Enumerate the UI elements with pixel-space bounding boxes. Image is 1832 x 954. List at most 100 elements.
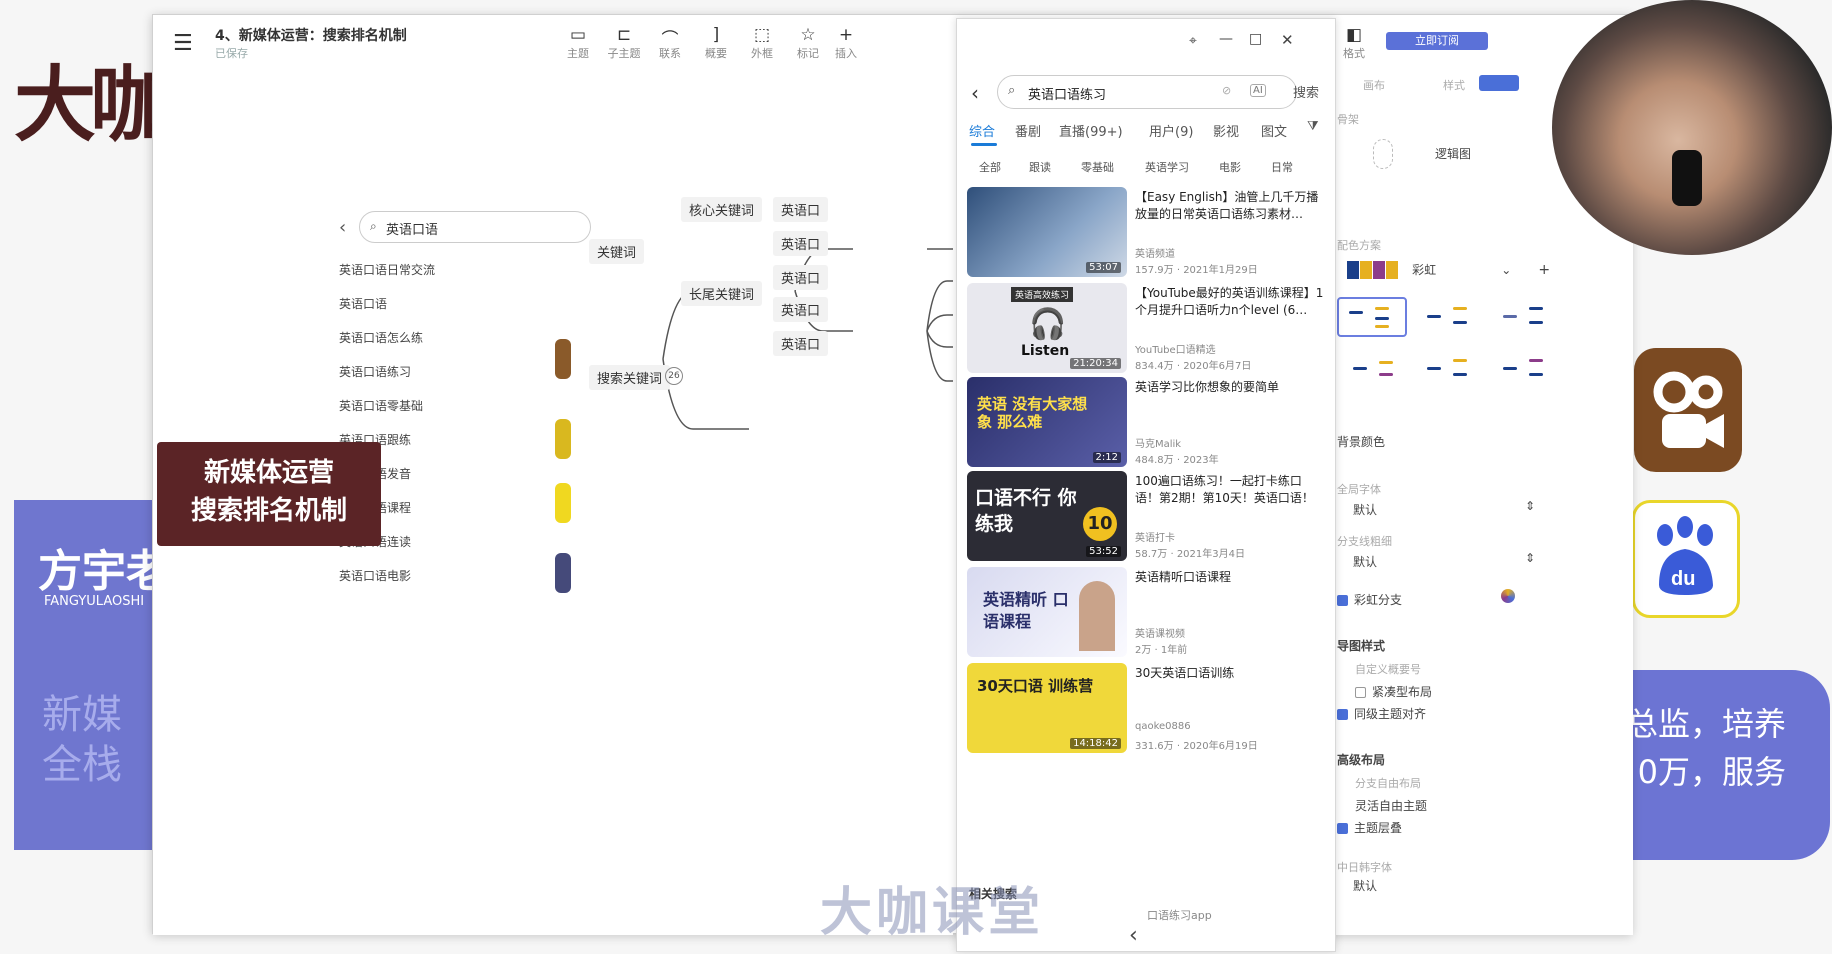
ai-icon[interactable]: AI xyxy=(1250,84,1266,97)
background-color-label[interactable]: 背景颜色 xyxy=(1337,433,1385,450)
theme-option[interactable] xyxy=(1337,349,1407,389)
chip-daily[interactable]: 日常 xyxy=(1271,159,1293,175)
align-same-level-checkbox[interactable]: 同级主题对齐 xyxy=(1337,705,1426,722)
video-thumbnail[interactable]: 口语不行 你练我 10 53:52 xyxy=(967,471,1127,561)
video-author[interactable]: 马克Malik xyxy=(1135,435,1181,450)
search-button[interactable]: 搜索 xyxy=(1293,82,1319,101)
tab-all[interactable]: 综合 xyxy=(969,121,995,140)
video-title[interactable]: 【Easy English】油管上几千万播放量的日常英语口语练习素材… xyxy=(1135,189,1325,225)
node-core-keyword[interactable]: 核心关键词 xyxy=(681,197,763,222)
video-title[interactable]: 英语学习比你想象的要简单 xyxy=(1135,379,1325,415)
overlay-back-icon[interactable]: ‹ xyxy=(339,217,346,238)
chip-beginner[interactable]: 零基础 xyxy=(1081,159,1114,175)
overlay-search-input[interactable]: ⌕ 英语口语 xyxy=(359,211,591,243)
theme-option[interactable] xyxy=(1489,297,1559,337)
structure-value[interactable]: 逻辑图 xyxy=(1435,145,1471,162)
advanced-option-faint[interactable]: 分支自由布局 xyxy=(1355,775,1421,791)
map-style-option-faint[interactable]: 自定义概要号 xyxy=(1355,661,1421,677)
chip-all[interactable]: 全部 xyxy=(979,159,1001,175)
document-title[interactable]: 4、新媒体运营：搜索排名机制 xyxy=(215,25,407,45)
toolbar-insert-button[interactable]: + 插入 xyxy=(821,25,871,61)
font-select[interactable]: 默认 xyxy=(1353,501,1377,518)
suggestion-item[interactable]: 英语口语日常交流 xyxy=(339,261,435,278)
tab-active-indicator[interactable] xyxy=(1479,75,1519,91)
video-title[interactable]: 【YouTube最好的英语训练课程】1个月提升口语听力n个level (6… xyxy=(1135,285,1325,321)
clear-icon[interactable]: ⊘ xyxy=(1222,84,1231,97)
node-long-tail-keyword[interactable]: 长尾关键词 xyxy=(681,281,763,306)
video-author[interactable]: qaoke0886 xyxy=(1135,721,1191,732)
toolbar-topic-button[interactable]: ▭ 主题 xyxy=(553,25,603,61)
node-leaf[interactable]: 英语口 xyxy=(773,331,829,356)
suggestion-item[interactable]: 英语口语怎么练 xyxy=(339,329,423,346)
node-leaf[interactable]: 英语口 xyxy=(773,265,829,290)
suggestion-item[interactable]: 英语口语电影 xyxy=(339,567,411,584)
chip-english-learning[interactable]: 英语学习 xyxy=(1145,159,1189,175)
video-author[interactable]: 英语课视频 xyxy=(1135,625,1185,640)
updown-icon[interactable]: ⇕ xyxy=(1525,499,1535,513)
filter-icon[interactable]: ⧩ xyxy=(1307,119,1319,134)
node-keyword[interactable]: 关键词 xyxy=(589,239,645,264)
toolbar-relation-button[interactable]: ⌒ 联系 xyxy=(645,25,695,61)
theme-option[interactable] xyxy=(1337,297,1407,337)
subscribe-button[interactable]: 立即订阅 xyxy=(1386,32,1488,50)
pin-icon[interactable]: ⌖ xyxy=(1189,33,1197,49)
compact-layout-option[interactable]: 紧凑型布局 xyxy=(1355,683,1432,700)
video-result-card[interactable]: 53:07 【Easy English】油管上几千万播放量的日常英语口语练习素材… xyxy=(967,187,1327,277)
video-author[interactable]: YouTube口语精选 xyxy=(1135,341,1216,356)
tab-style[interactable]: 样式 xyxy=(1443,77,1465,93)
video-thumbnail[interactable]: 53:07 xyxy=(967,187,1127,277)
video-title[interactable]: 英语精听口语课程 xyxy=(1135,569,1325,605)
cjk-font-select[interactable]: 默认 xyxy=(1353,877,1377,894)
node-leaf[interactable]: 英语口 xyxy=(773,197,829,222)
video-search-input[interactable]: ⌕ 英语口语练习 ⊘ AI xyxy=(997,75,1297,109)
tab-anime[interactable]: 番剧 xyxy=(1015,121,1041,140)
close-icon[interactable]: ✕ xyxy=(1281,31,1294,49)
theme-option[interactable] xyxy=(1413,297,1483,337)
video-thumbnail[interactable]: 英语 没有大家想象 那么难 2:12 xyxy=(967,377,1127,467)
chip-follow[interactable]: 跟读 xyxy=(1029,159,1051,175)
back-icon[interactable]: ‹ xyxy=(971,81,979,105)
tab-movies[interactable]: 影视 xyxy=(1213,121,1239,140)
related-search-item[interactable]: 口语练习app xyxy=(1147,907,1212,923)
theme-option[interactable] xyxy=(1413,349,1483,389)
chip-movies[interactable]: 电影 xyxy=(1219,159,1241,175)
video-title[interactable]: 100遍口语练习！一起打卡练口语！第2期！第10天！英语口语！ xyxy=(1135,473,1325,509)
tab-users[interactable]: 用户(9) xyxy=(1149,121,1193,140)
flexible-topic-option[interactable]: 灵活自由主题 xyxy=(1355,797,1427,814)
format-panel-button[interactable]: ◧ 格式 xyxy=(1329,25,1379,61)
video-title[interactable]: 30天英语口语训练 xyxy=(1135,665,1325,701)
branch-width-select[interactable]: 默认 xyxy=(1353,553,1377,570)
central-topic-node[interactable]: 新媒体运营 搜索排名机制 xyxy=(157,442,381,546)
video-thumbnail[interactable]: 30天口语 训练营 14:18:42 xyxy=(967,663,1127,753)
suggestion-item[interactable]: 英语口语零基础 xyxy=(339,397,423,414)
toolbar-boundary-button[interactable]: ⬚ 外框 xyxy=(737,25,787,61)
minimize-icon[interactable]: — xyxy=(1219,31,1233,47)
video-author[interactable]: 英语打卡 xyxy=(1135,529,1175,544)
maximize-icon[interactable]: □ xyxy=(1249,31,1262,47)
video-result-card[interactable]: 英语 没有大家想象 那么难 2:12 英语学习比你想象的要简单 马克Malik … xyxy=(967,377,1327,467)
rainbow-branch-checkbox[interactable]: 彩虹分支 xyxy=(1337,591,1402,608)
tab-canvas[interactable]: 画布 xyxy=(1363,77,1385,93)
menu-icon[interactable]: ☰ xyxy=(173,31,193,56)
tab-articles[interactable]: 图文 xyxy=(1261,121,1287,140)
node-search-keyword[interactable]: 搜索关键词 xyxy=(589,365,671,390)
video-thumbnail[interactable]: 英语高效练习 🎧 Listen 21:20:34 xyxy=(967,283,1127,373)
video-result-card[interactable]: 英语精听 口语课程 英语精听口语课程 英语课视频 2万 · 1年前 xyxy=(967,567,1327,657)
node-leaf[interactable]: 英语口 xyxy=(773,231,829,256)
updown-icon[interactable]: ⇕ xyxy=(1525,551,1535,565)
suggestion-item[interactable]: 英语口语练习 xyxy=(339,363,411,380)
color-scheme-select[interactable]: 彩虹 ⌄ + xyxy=(1347,259,1550,279)
plus-icon[interactable]: + xyxy=(1538,262,1550,278)
suggestion-item[interactable]: 英语口语 xyxy=(339,295,387,312)
video-result-card[interactable]: 英语高效练习 🎧 Listen 21:20:34 【YouTube最好的英语训练… xyxy=(967,283,1327,373)
node-leaf[interactable]: 英语口 xyxy=(773,297,829,322)
toolbar-subtopic-button[interactable]: ⊏ 子主题 xyxy=(599,25,649,61)
toolbar-summary-button[interactable]: ] 概要 xyxy=(691,25,741,61)
video-thumbnail[interactable]: 英语精听 口语课程 xyxy=(967,567,1127,657)
video-author[interactable]: 英语频道 xyxy=(1135,245,1175,260)
scroll-back-icon[interactable]: ‹ xyxy=(1129,923,1138,948)
color-wheel-icon[interactable] xyxy=(1501,589,1515,603)
collapse-badge[interactable]: 26 xyxy=(665,367,683,385)
video-result-card[interactable]: 30天口语 训练营 14:18:42 30天英语口语训练 qaoke0886 3… xyxy=(967,663,1327,753)
theme-option[interactable] xyxy=(1489,349,1559,389)
